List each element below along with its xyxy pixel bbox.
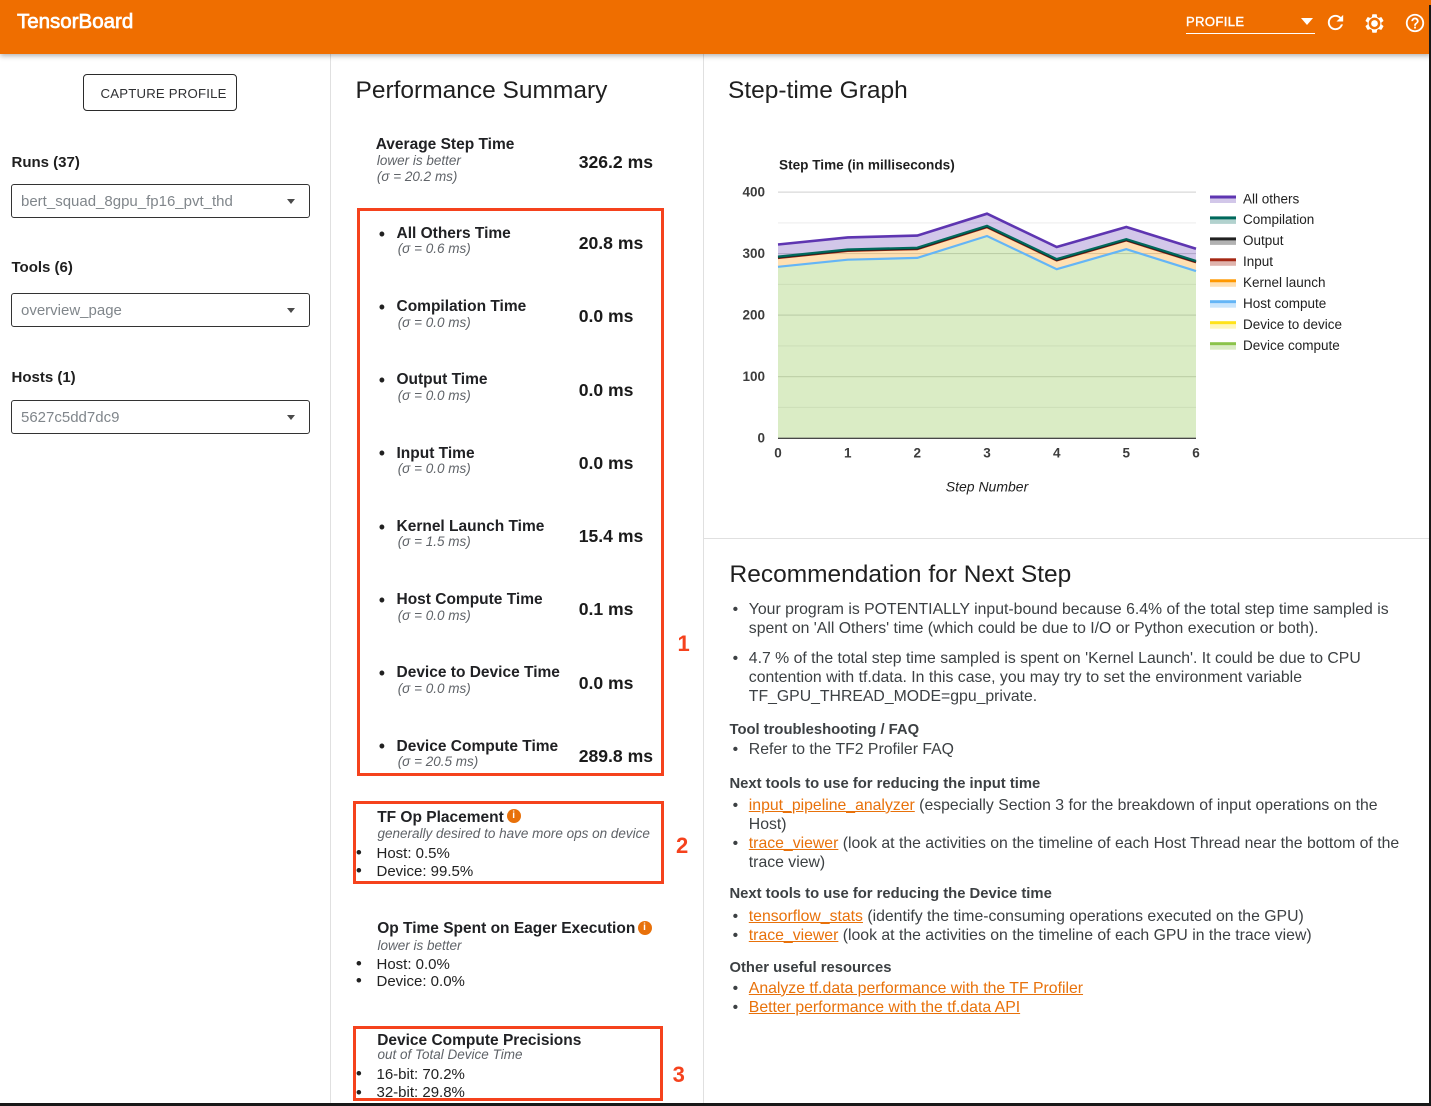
svg-text:6: 6 — [1192, 446, 1200, 461]
svg-text:1: 1 — [844, 446, 852, 461]
svg-text:Step Time (in milliseconds): Step Time (in milliseconds) — [779, 157, 955, 172]
svg-text:200: 200 — [742, 308, 765, 323]
svg-text:Device compute: Device compute — [1243, 338, 1340, 353]
svg-text:2: 2 — [914, 446, 922, 461]
svg-text:5: 5 — [1123, 446, 1131, 461]
svg-text:Output: Output — [1243, 233, 1284, 248]
svg-text:3: 3 — [983, 446, 991, 461]
svg-text:All others: All others — [1243, 191, 1300, 206]
svg-text:Input: Input — [1243, 254, 1273, 269]
svg-text:400: 400 — [742, 185, 765, 200]
svg-text:100: 100 — [742, 369, 765, 384]
svg-text:Kernel launch: Kernel launch — [1243, 275, 1326, 290]
svg-text:Device to device: Device to device — [1243, 317, 1342, 332]
svg-text:Step Number: Step Number — [946, 479, 1030, 495]
svg-text:300: 300 — [742, 246, 765, 261]
svg-text:4: 4 — [1053, 446, 1061, 461]
svg-text:Host compute: Host compute — [1243, 296, 1326, 311]
svg-text:0: 0 — [757, 431, 765, 446]
svg-text:0: 0 — [774, 446, 782, 461]
svg-text:Compilation: Compilation — [1243, 212, 1314, 227]
